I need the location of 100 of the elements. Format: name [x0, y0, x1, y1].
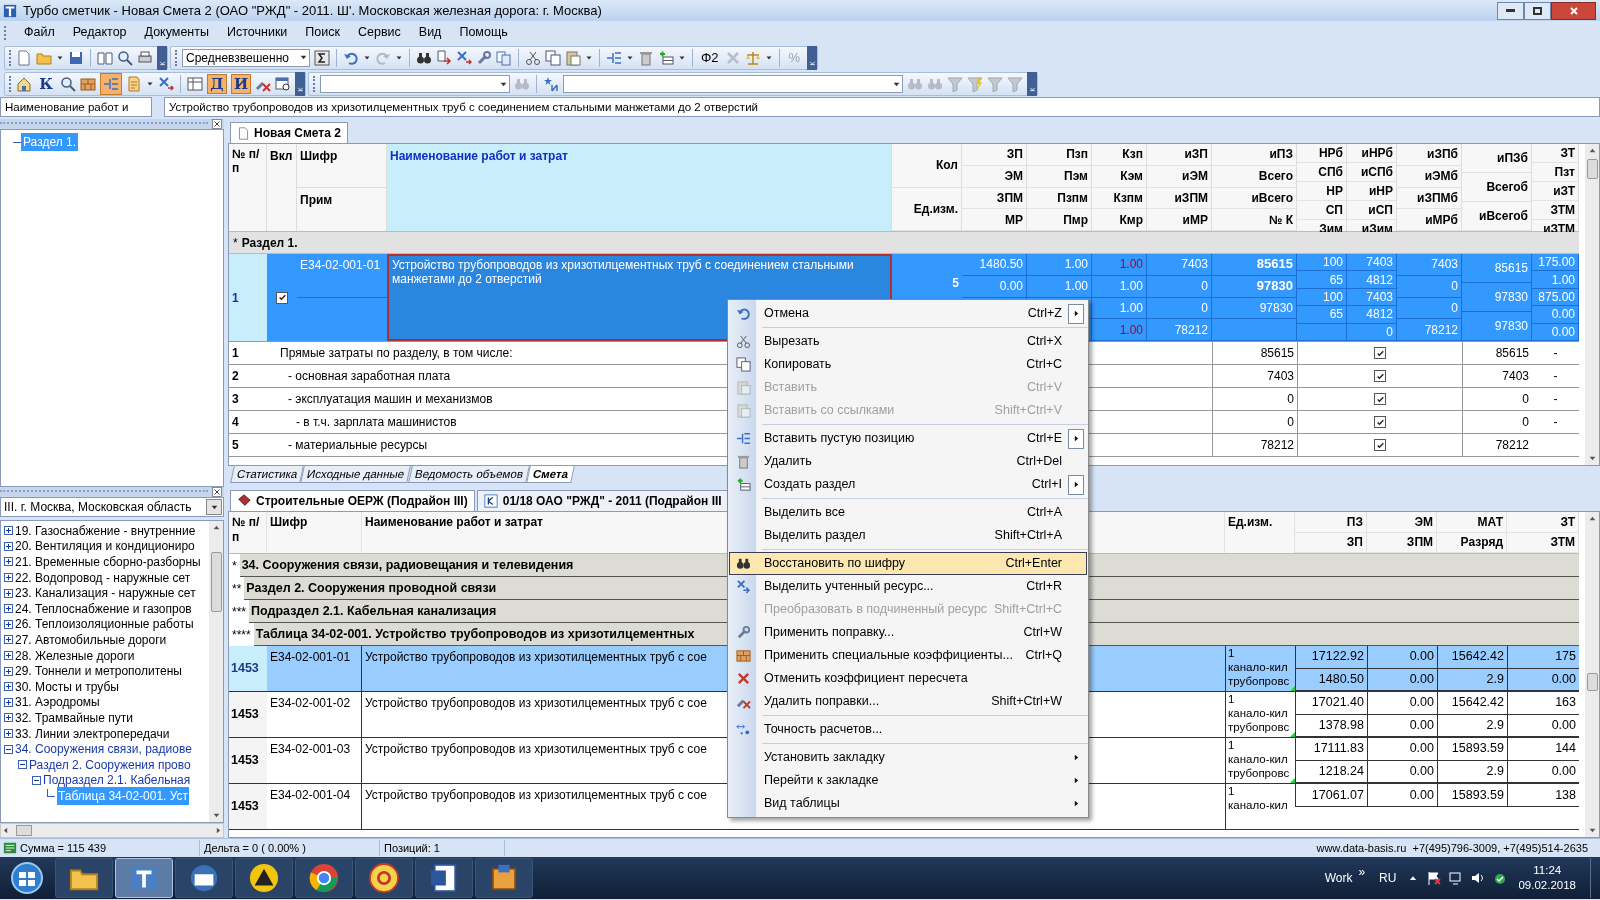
table-cell-text: 17061.07 [1311, 786, 1364, 804]
table-cell: Е34-02-001-04 [267, 784, 362, 829]
column-header: ЗТМ [1507, 532, 1578, 553]
clock-time: 11:24 [1533, 863, 1562, 878]
table-cell-text: 0.00 [1551, 670, 1576, 688]
table-cell-text: 15642.42 [1451, 694, 1504, 712]
table-cell-text: 2.9 [1486, 716, 1504, 734]
field-label: Наименование работ и [0, 97, 152, 117]
table-cell-text: 0 [1287, 414, 1294, 431]
toolbar-label: Work [1324, 870, 1353, 887]
table-cell: 7403 [1431, 257, 1458, 272]
table-cell-text: - [1553, 414, 1558, 431]
column-header: Кзпм [1092, 187, 1146, 210]
column-header: Вкл [267, 144, 297, 231]
table-cell: 0.00 [1551, 324, 1575, 339]
column-header: иВсего [1212, 187, 1296, 210]
column-header: иПЗб [1462, 144, 1531, 173]
column-header: иЭМб [1397, 165, 1461, 188]
column-header: ЭМ [962, 165, 1026, 188]
table-cell: 97830 [1256, 279, 1293, 294]
table-cell: Е34-02-001-03 [267, 738, 362, 783]
table-cell-text: - [1553, 368, 1558, 385]
table-cell: 97830 [1494, 290, 1528, 304]
table-cell-text: - в т.ч. зарплата машинистов [296, 414, 457, 431]
column-header: СП [1297, 201, 1346, 220]
table-cell-text: канало-кил [1228, 752, 1289, 766]
table-cell-text: трубопровс [1228, 766, 1291, 780]
column-header: иМРб [1397, 209, 1461, 231]
table-cell: 100 [1322, 255, 1343, 270]
table-cell-text: 1 [1228, 692, 1236, 706]
table-cell-text: 1218.24 [1318, 762, 1364, 780]
table-cell: 0 [1451, 300, 1458, 315]
table-cell: 875.00 [1538, 290, 1575, 304]
table-cell: 1.00 [1119, 257, 1143, 272]
column-header: Шифр [297, 144, 386, 188]
column-header: Ед.изм. [1228, 515, 1273, 530]
column-header: НР [1297, 182, 1346, 201]
table-cell-text: 138 [1555, 786, 1576, 804]
column-header: ЗП [962, 144, 1026, 166]
column-header: иМР [1147, 209, 1211, 231]
table-cell: 1.00 [1119, 322, 1143, 337]
table-cell-text: Устройство трубопроводов из хризотилцементных труб с сое [365, 649, 707, 666]
table-cell: 7403 [1181, 257, 1208, 272]
row-marker: * [232, 234, 239, 252]
column-header: НРб [1297, 144, 1346, 163]
column-header: ЗТ [1532, 144, 1578, 163]
column-header: Шифр [270, 515, 308, 530]
column-header: Наименование работ и затрат [387, 144, 892, 231]
table-cell-text: 0 [1287, 391, 1294, 408]
row-number: 5 [231, 437, 240, 454]
table-cell: Е34-02-001-01 [267, 646, 362, 691]
table-cell-text: 144 [1555, 740, 1576, 758]
table-cell-text: 1 [1228, 646, 1236, 660]
column-header: иЗП [1147, 144, 1211, 166]
table-cell: 0.00 [999, 279, 1023, 294]
column-header: Кмр [1092, 209, 1146, 231]
table-cell: 78212 [1424, 322, 1458, 337]
table-cell-text: Устройство трубопроводов из хризотилцементных труб с сое [365, 741, 707, 758]
clock-date: 09.02.2018 [1518, 878, 1576, 893]
table-cell-text: 0.00 [1551, 716, 1576, 734]
table-cell: 4812 [1366, 272, 1393, 287]
table-cell-text: - [1553, 345, 1558, 362]
status-text: Сумма = 115 439 [20, 839, 200, 857]
table-cell-text: 0.00 [1409, 762, 1434, 780]
column-header: Пзп [1027, 144, 1091, 166]
column-header: Всего [1212, 165, 1296, 188]
table-cell-text: 2.9 [1486, 670, 1504, 688]
table-cell: 78212 [1174, 322, 1208, 337]
table-cell-text: Устройство трубопроводов из хризотилцементных труб с сое [365, 695, 707, 712]
table-cell-text: 0.00 [1409, 694, 1434, 712]
table-cell-text: 85615 [1495, 345, 1529, 362]
table-cell: 97830 [1494, 319, 1528, 333]
table-cell-text: канало-кил [1228, 660, 1289, 674]
table-cell-text: трубопровс [1228, 720, 1291, 734]
table-cell-text: 0 [1522, 391, 1529, 408]
column-header: ЗПМ [1367, 532, 1436, 553]
row-number: 4 [231, 414, 240, 431]
table-cell-text: 0.00 [1409, 670, 1434, 688]
row-marker: ** [231, 580, 243, 598]
table-cell-text: 0.00 [1409, 716, 1434, 734]
row-number: 2 [231, 368, 240, 385]
column-header: ЗТ [1507, 512, 1578, 533]
row-marker: **** [231, 626, 252, 644]
table-cell-text: Устройство трубопроводов из хризотилцементных труб с сое [365, 787, 707, 804]
table-cell: 1480.50 [979, 257, 1023, 272]
table-cell-text: канало-кил [1228, 706, 1289, 720]
table-cell: 1.00 [1551, 272, 1575, 287]
table-cell-text: 85615 [1260, 345, 1294, 362]
table-cell-text: 17111.83 [1313, 740, 1364, 758]
table-cell: 85615 [1494, 261, 1528, 275]
table-cell: 1.00 [1119, 300, 1143, 315]
column-header: иСП [1347, 201, 1396, 220]
table-cell-text: 17122.92 [1311, 648, 1364, 666]
table-cell-text: 7403 [1267, 368, 1294, 385]
column-header: иВсегоб [1462, 202, 1531, 231]
column-header: Пэм [1027, 165, 1091, 188]
table-cell: 65 [1329, 272, 1343, 287]
row-number: 1 [231, 345, 240, 362]
table-cell-text: 2.9 [1486, 762, 1504, 780]
column-header: ЭМ [1367, 512, 1436, 533]
